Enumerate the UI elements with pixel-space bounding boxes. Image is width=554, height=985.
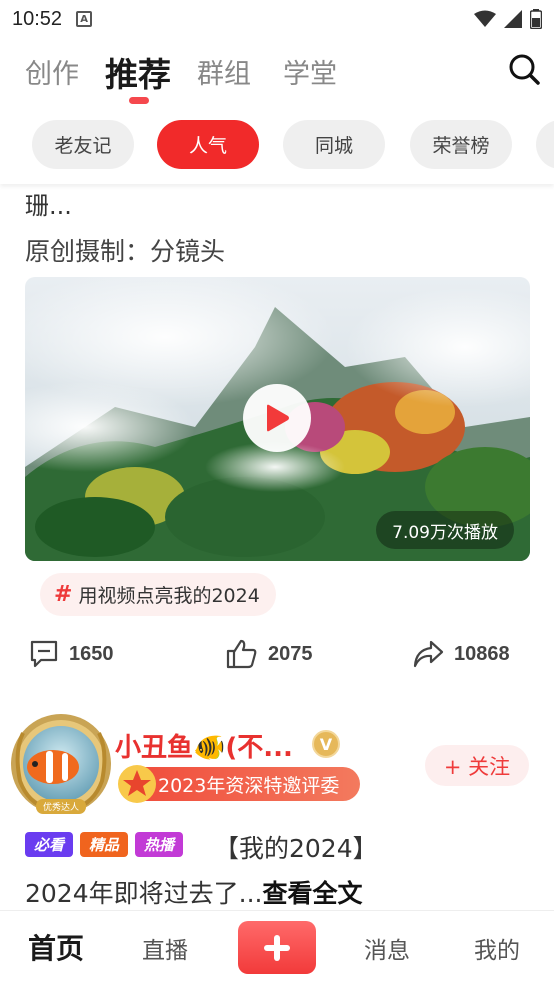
award-label: 2023年资深特邀评委	[158, 774, 340, 797]
tab-school[interactable]: 学堂	[283, 52, 337, 91]
share-icon	[413, 640, 444, 668]
post-headline[interactable]: 【我的2024】	[214, 829, 378, 865]
topic-tag[interactable]: # 用视频点亮我的2024	[40, 573, 276, 616]
wifi-icon	[474, 10, 496, 27]
feed[interactable]: 珊... 原创摄制：分镜头 7.09万次播放 # 用视频点亮我的2024 165…	[0, 184, 554, 910]
status-icons	[474, 9, 542, 29]
star-icon	[118, 765, 156, 803]
a-icon: A	[76, 11, 93, 27]
read-more-link[interactable]: 查看全文	[262, 879, 362, 908]
summary-text: 2024年即将过去了...	[25, 879, 263, 908]
post-tags: 必看 精品 热播	[25, 832, 184, 857]
play-icon	[267, 404, 289, 432]
play-button[interactable]	[243, 384, 311, 452]
battery-icon	[530, 9, 542, 29]
bottom-nav: 首页 直播 消息 我的	[0, 910, 554, 985]
signal-icon	[504, 10, 522, 28]
previous-post-text: 珊...	[25, 192, 72, 220]
chip-more[interactable]	[536, 120, 554, 169]
bottom-nav-messages[interactable]: 消息	[364, 931, 410, 965]
tab-groups[interactable]: 群组	[197, 52, 251, 91]
bottom-nav-live[interactable]: 直播	[142, 931, 188, 965]
comment-count: 1650	[69, 642, 114, 665]
bottom-nav-me[interactable]: 我的	[474, 931, 520, 965]
search-icon[interactable]	[507, 52, 541, 86]
status-bar: 10:52 A	[0, 0, 554, 38]
chip-popular[interactable]: 人气	[157, 120, 259, 169]
verified-badge: V	[312, 730, 340, 758]
top-nav: 创作 推荐 群组 学堂	[0, 38, 554, 108]
tab-create[interactable]: 创作	[25, 52, 79, 91]
tag-must-see: 必看	[25, 832, 74, 857]
share-count: 10868	[454, 642, 510, 665]
tag-hot: 热播	[135, 832, 184, 857]
like-count: 2075	[268, 642, 313, 665]
tag-featured: 精品	[80, 832, 129, 857]
comment-button[interactable]: 1650	[29, 639, 114, 669]
create-post-button[interactable]	[238, 921, 316, 974]
chip-honor-list[interactable]: 荣誉榜	[410, 120, 512, 169]
avatar[interactable]: 优秀达人	[8, 711, 114, 817]
like-button[interactable]: 2075	[226, 639, 313, 669]
thumbs-up-icon	[226, 639, 257, 669]
topic-tag-label: 用视频点亮我的2024	[78, 585, 260, 607]
share-button[interactable]: 10868	[412, 639, 510, 669]
bottom-nav-home[interactable]: 首页	[28, 927, 84, 967]
video-thumbnail[interactable]: 7.09万次播放	[25, 277, 530, 561]
post-title[interactable]: 原创摄制：分镜头	[25, 232, 225, 268]
play-count: 7.09万次播放	[376, 511, 514, 549]
active-tab-indicator	[129, 97, 149, 104]
author-name[interactable]: 小丑鱼🐠(不...	[115, 727, 293, 764]
chip-old-friends[interactable]: 老友记	[32, 120, 134, 169]
follow-button[interactable]: + 关注	[425, 745, 529, 786]
hashtag-icon: #	[54, 582, 73, 607]
post-actions: 1650 2075 10868	[0, 639, 554, 683]
post-divider	[0, 691, 554, 699]
post-summary[interactable]: 2024年即将过去了...查看全文	[25, 874, 362, 910]
plus-icon	[264, 934, 290, 961]
award-badge[interactable]: 2023年资深特邀评委	[118, 765, 360, 803]
status-time: 10:52	[12, 7, 63, 30]
chip-same-city[interactable]: 同城	[283, 120, 385, 169]
comment-icon	[30, 640, 58, 668]
category-chips: 老友记 人气 同城 荣誉榜	[0, 108, 554, 184]
avatar-badge-label: 优秀达人	[42, 803, 79, 813]
tab-recommend[interactable]: 推荐	[105, 48, 171, 96]
